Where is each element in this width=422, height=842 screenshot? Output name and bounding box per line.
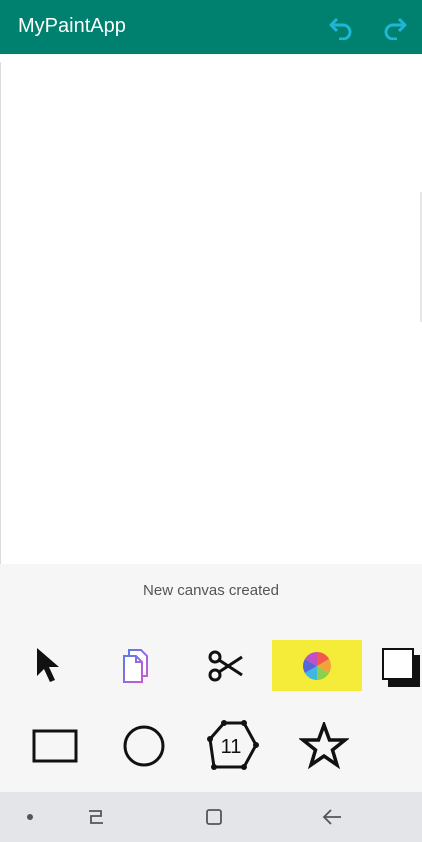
drawing-canvas[interactable]	[0, 62, 422, 564]
color-picker-tool[interactable]	[272, 640, 362, 691]
redo-icon	[384, 17, 407, 40]
recents-button[interactable]	[76, 802, 116, 832]
rectangle-icon	[32, 729, 78, 763]
home-button[interactable]	[194, 802, 234, 832]
scissors-icon	[208, 650, 243, 682]
undo-button[interactable]	[326, 12, 356, 42]
star-icon	[299, 722, 349, 770]
pointer-tool[interactable]	[24, 640, 72, 692]
tool-panel: New canvas created 11	[0, 564, 422, 792]
fill-stroke-tool[interactable]	[378, 640, 422, 692]
back-icon	[322, 809, 341, 825]
color-wheel-icon	[303, 651, 331, 680]
app-title: MyPaintApp	[18, 15, 126, 37]
status-message: New canvas created	[143, 582, 279, 599]
polygon-sides-label: 11	[221, 736, 242, 758]
redo-button[interactable]	[380, 12, 410, 42]
star-tool[interactable]	[296, 720, 352, 772]
nav-dot[interactable]	[10, 802, 50, 832]
circle-tool[interactable]	[118, 722, 170, 770]
polygon-tool[interactable]: 11	[204, 717, 262, 775]
fill-stroke-icon	[382, 648, 420, 687]
circle-icon	[123, 725, 165, 767]
copy-icon	[123, 649, 148, 683]
app-bar: MyPaintApp	[0, 0, 422, 54]
rectangle-tool[interactable]	[26, 722, 84, 770]
system-nav-bar	[0, 792, 422, 842]
home-icon	[206, 809, 222, 825]
scissors-tool[interactable]	[200, 640, 252, 692]
recents-icon	[89, 810, 103, 824]
pointer-icon	[37, 648, 59, 682]
back-button[interactable]	[312, 802, 352, 832]
nav-dot-icon	[27, 814, 33, 820]
copy-tool[interactable]	[110, 640, 162, 692]
undo-icon	[329, 17, 352, 40]
polygon-icon: 11	[207, 720, 259, 770]
